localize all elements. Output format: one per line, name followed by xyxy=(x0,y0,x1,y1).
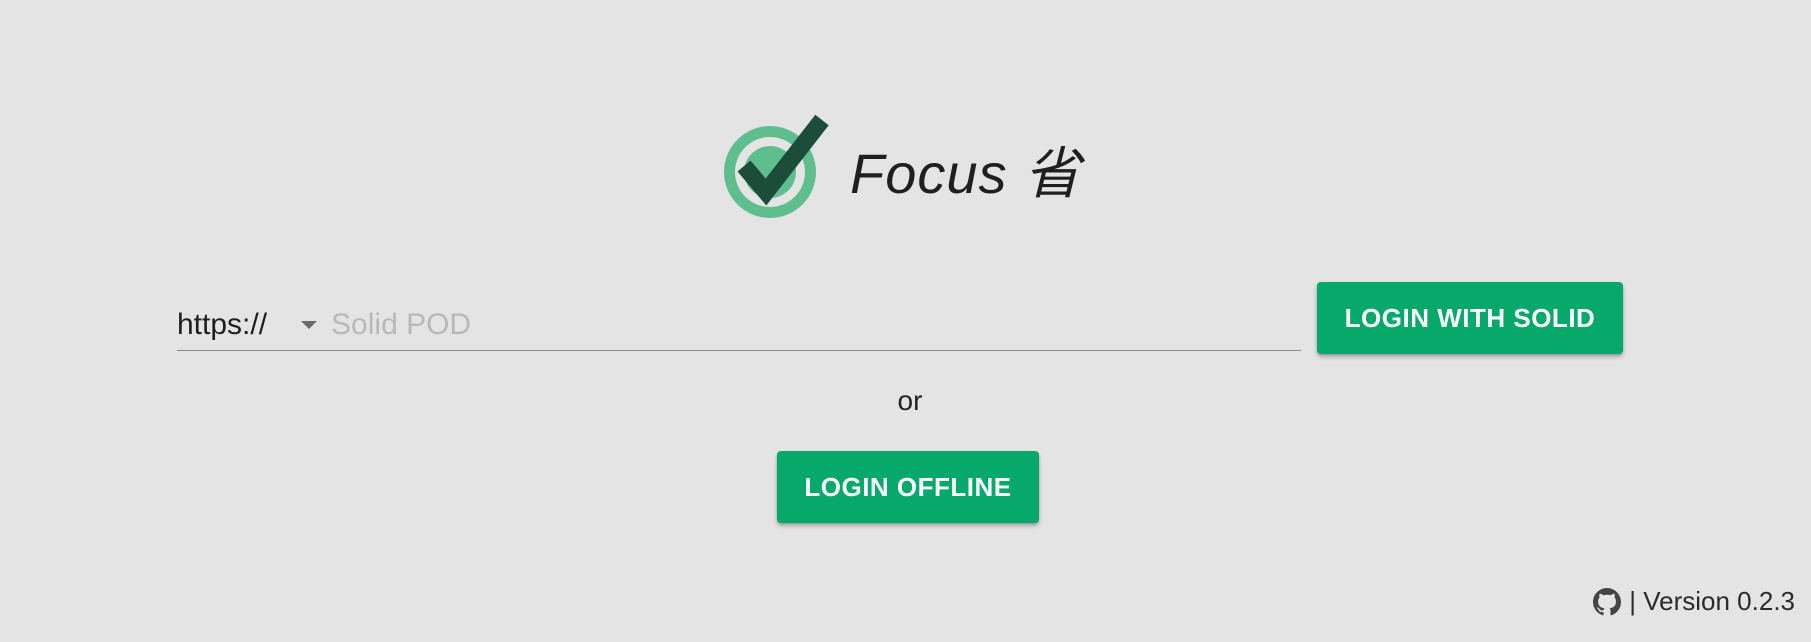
pod-field: https:// xyxy=(177,286,1301,351)
version-label: | Version 0.2.3 xyxy=(1629,586,1795,616)
footer: | Version 0.2.3 xyxy=(1593,586,1795,617)
login-with-solid-button[interactable]: LOGIN WITH SOLID xyxy=(1317,282,1623,354)
app-header: Focus 省 xyxy=(718,108,1081,224)
solid-pod-input[interactable] xyxy=(331,305,1301,345)
github-icon[interactable] xyxy=(1593,587,1622,616)
or-label: or xyxy=(897,385,923,416)
solid-login-row: https:// LOGIN WITH SOLID xyxy=(177,282,1625,356)
protocol-select-value[interactable]: https:// xyxy=(177,308,267,342)
login-offline-button[interactable]: LOGIN OFFLINE xyxy=(777,451,1039,523)
app-title: Focus 省 xyxy=(850,141,1082,205)
chevron-down-icon[interactable] xyxy=(301,321,318,329)
check-logo-icon xyxy=(724,114,829,218)
